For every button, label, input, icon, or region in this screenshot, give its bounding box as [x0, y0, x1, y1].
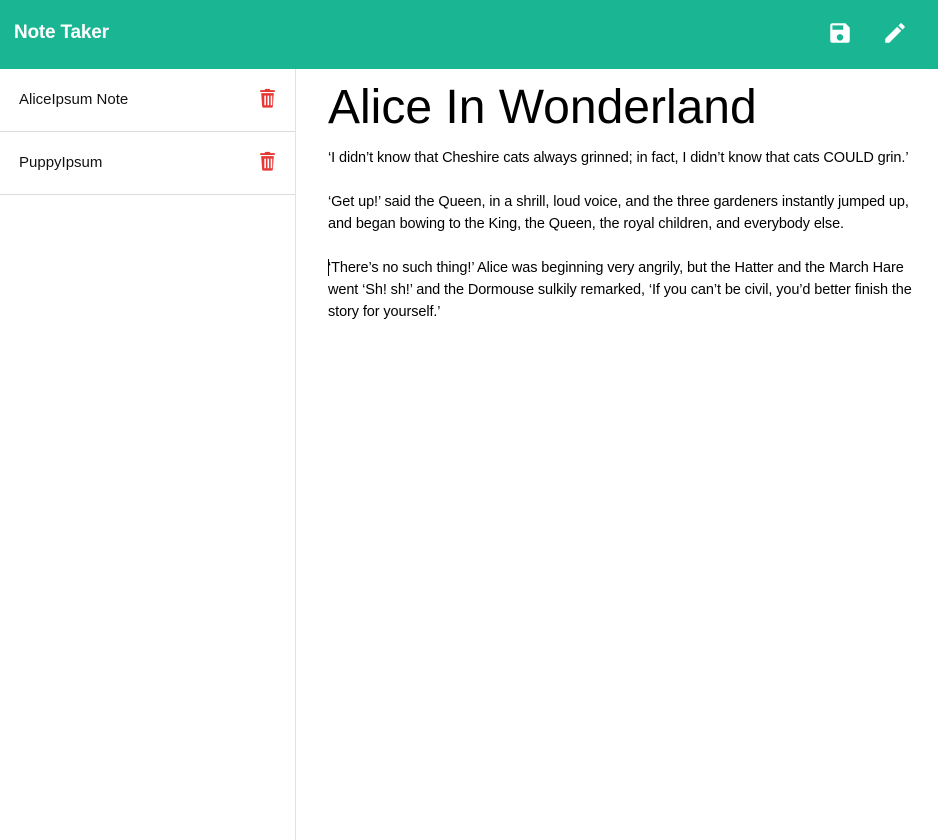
navbar: Note Taker	[0, 0, 938, 69]
trash-icon[interactable]	[259, 88, 276, 108]
note-list: AliceIpsum Note PuppyIpsum	[0, 69, 295, 195]
note-title-input[interactable]: Alice In Wonderland	[328, 79, 928, 137]
note-text-area[interactable]: ‘I didn’t know that Cheshire cats always…	[328, 147, 928, 323]
text-cursor	[328, 259, 329, 276]
app-brand[interactable]: Note Taker	[14, 22, 109, 44]
note-list-item[interactable]: PuppyIpsum	[0, 132, 295, 195]
note-list-item[interactable]: AliceIpsum Note	[0, 69, 295, 132]
trash-icon[interactable]	[259, 151, 276, 171]
note-list-item-title[interactable]: PuppyIpsum	[19, 154, 102, 171]
note-list-sidebar: AliceIpsum Note PuppyIpsum	[0, 69, 296, 840]
note-list-item-title[interactable]: AliceIpsum Note	[19, 91, 128, 108]
pencil-icon[interactable]	[882, 20, 908, 46]
note-editor: Alice In Wonderland ‘I didn’t know that …	[296, 69, 938, 840]
save-icon[interactable]	[827, 20, 853, 46]
